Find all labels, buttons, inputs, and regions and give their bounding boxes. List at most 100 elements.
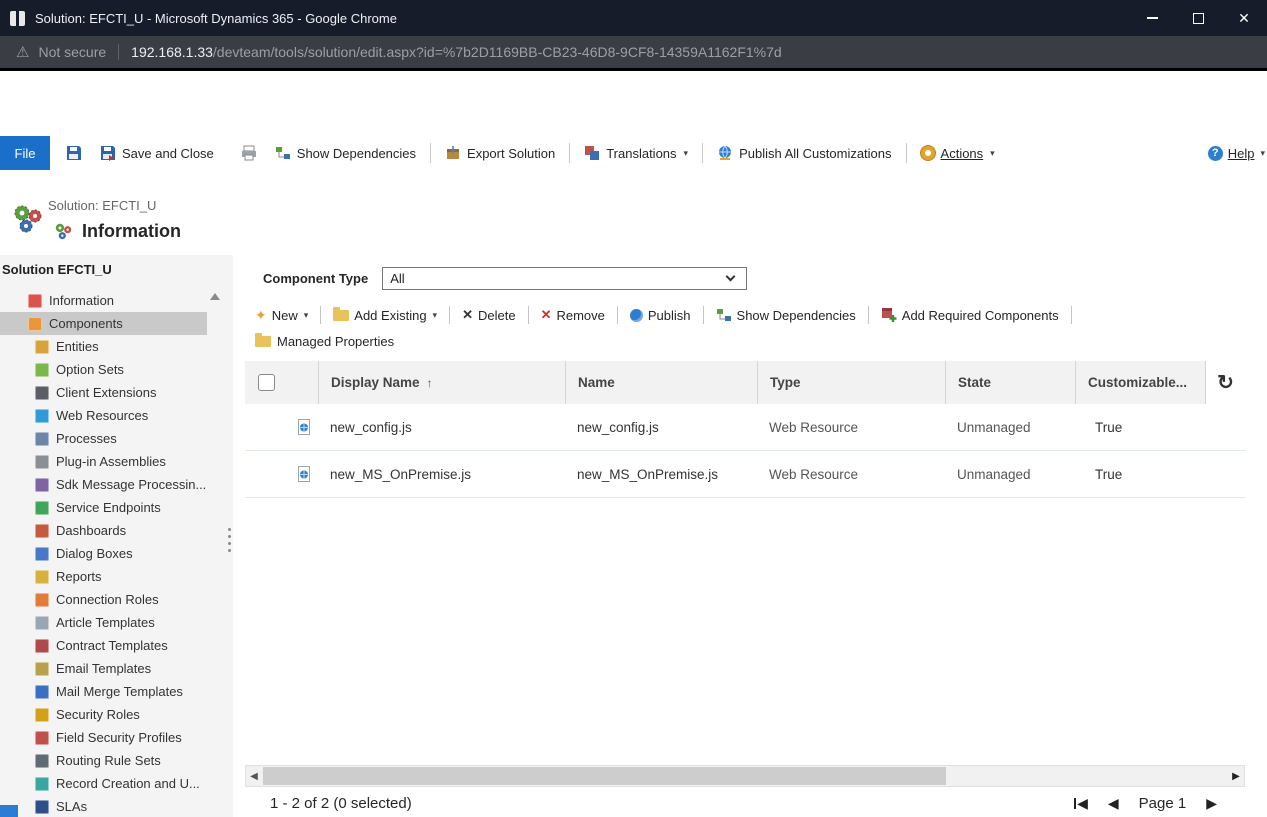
cell-name: new_config.js <box>565 420 757 435</box>
column-header-display-name[interactable]: Display Name ↑ <box>318 361 565 404</box>
save-button[interactable] <box>66 145 82 161</box>
sidebar-item-plugin-assemblies[interactable]: Plug-in Assemblies <box>0 450 207 473</box>
file-tab[interactable]: File <box>0 136 50 170</box>
pane-resize-handle[interactable] <box>228 528 231 552</box>
connection-roles-icon <box>35 593 49 607</box>
managed-properties-button[interactable]: Managed Properties <box>247 334 394 349</box>
column-header-name[interactable]: Name <box>565 361 757 404</box>
not-secure-warning-icon[interactable]: ⚠ <box>16 43 29 61</box>
column-header-type[interactable]: Type <box>757 361 945 404</box>
sidebar-item-security-roles[interactable]: Security Roles <box>0 703 207 726</box>
sidebar-scroll-up-icon[interactable] <box>210 293 220 300</box>
remove-icon: ✕ <box>541 307 552 323</box>
horizontal-scrollbar[interactable]: ◀ ▶ <box>245 765 1245 787</box>
show-dependencies-button[interactable]: Show Dependencies <box>275 145 416 161</box>
remove-button[interactable]: ✕ Remove <box>541 307 605 323</box>
sidebar-item-components[interactable]: Components <box>0 312 207 335</box>
actions-label: Actions <box>941 146 984 161</box>
translations-button[interactable]: Translations ▾ <box>584 145 688 161</box>
sidebar-item-label: Reports <box>56 569 102 584</box>
sidebar-item-label: Email Templates <box>56 661 151 676</box>
new-button[interactable]: ✦ New ▾ <box>255 307 308 324</box>
sidebar-item-information[interactable]: Information <box>0 289 207 312</box>
scroll-left-arrow-icon[interactable]: ◀ <box>246 766 262 786</box>
add-required-components-label: Add Required Components <box>902 308 1059 323</box>
help-button[interactable]: ? Help ▾ <box>1208 146 1265 161</box>
add-existing-button[interactable]: Add Existing ▾ <box>333 308 437 323</box>
sidebar-item-article-templates[interactable]: Article Templates <box>0 611 207 634</box>
export-solution-button[interactable]: Export Solution <box>445 145 555 161</box>
column-header-customizable[interactable]: Customizable... <box>1075 361 1205 404</box>
help-icon: ? <box>1208 146 1223 161</box>
sidebar-item-routing-rule-sets[interactable]: Routing Rule Sets <box>0 749 207 772</box>
save-and-close-button[interactable]: Save and Close <box>100 145 214 161</box>
minimize-button[interactable] <box>1129 0 1175 36</box>
select-all-checkbox[interactable] <box>258 374 275 391</box>
sidebar-item-email-templates[interactable]: Email Templates <box>0 657 207 680</box>
component-type-label: Component Type <box>263 271 368 286</box>
scrollbar-thumb[interactable] <box>263 767 946 785</box>
sidebar-item-dashboards[interactable]: Dashboards <box>0 519 207 542</box>
processes-icon <box>35 432 49 446</box>
sidebar-item-service-endpoints[interactable]: Service Endpoints <box>0 496 207 519</box>
cell-type: Web Resource <box>757 420 945 435</box>
publish-all-customizations-button[interactable]: Publish All Customizations <box>717 145 891 161</box>
sidebar-item-label: Processes <box>56 431 117 446</box>
delete-button[interactable]: ✕ Delete <box>462 307 515 323</box>
address-bar[interactable]: ⚠ Not secure 192.168.1.33/devteam/tools/… <box>0 36 1267 68</box>
dashboards-icon <box>35 524 49 538</box>
service-endpoints-icon <box>35 501 49 515</box>
sidebar-item-processes[interactable]: Processes <box>0 427 207 450</box>
actions-button[interactable]: Actions ▾ <box>921 146 995 161</box>
sidebar-item-entities[interactable]: Entities <box>0 335 207 358</box>
toolbar-separator <box>528 306 529 324</box>
cell-type: Web Resource <box>757 467 945 482</box>
url-text[interactable]: 192.168.1.33/devteam/tools/solution/edit… <box>131 44 782 60</box>
sidebar-item-dialog-boxes[interactable]: Dialog Boxes <box>0 542 207 565</box>
email-templates-icon <box>35 662 49 676</box>
table-row[interactable]: new_MS_OnPremise.js new_MS_OnPremise.js … <box>245 451 1245 498</box>
sidebar-item-label: Client Extensions <box>56 385 156 400</box>
web-resource-icon <box>296 466 318 482</box>
dropdown-caret-icon: ▾ <box>990 148 995 159</box>
previous-page-icon[interactable]: ◀ <box>1108 795 1119 812</box>
refresh-icon[interactable]: ↻ <box>1217 370 1234 395</box>
sidebar-item-field-security-profiles[interactable]: Field Security Profiles <box>0 726 207 749</box>
print-button[interactable] <box>241 145 257 161</box>
sidebar-item-label: Dialog Boxes <box>56 546 133 561</box>
sidebar-item-slas[interactable]: SLAs <box>0 795 207 817</box>
sidebar-item-sdk-message-processing[interactable]: Sdk Message Processin... <box>0 473 207 496</box>
save-and-close-icon <box>100 145 116 161</box>
sidebar-item-mail-merge-templates[interactable]: Mail Merge Templates <box>0 680 207 703</box>
sidebar-item-label: Article Templates <box>56 615 155 630</box>
sidebar-item-client-extensions[interactable]: Client Extensions <box>0 381 207 404</box>
row-icon-cell <box>245 466 318 482</box>
sidebar-item-option-sets[interactable]: Option Sets <box>0 358 207 381</box>
maximize-button[interactable] <box>1175 0 1221 36</box>
sidebar-item-connection-roles[interactable]: Connection Roles <box>0 588 207 611</box>
publish-button[interactable]: Publish <box>630 308 691 323</box>
cell-state: Unmanaged <box>945 467 1075 482</box>
first-page-icon[interactable]: ◀ <box>1074 795 1088 812</box>
field-security-profiles-icon <box>35 731 49 745</box>
sidebar-item-label: SLAs <box>56 799 87 814</box>
next-page-icon[interactable]: ▶ <box>1206 795 1217 812</box>
toolbar-separator <box>569 143 570 163</box>
add-required-components-button[interactable]: Add Required Components <box>881 307 1059 323</box>
column-header-state[interactable]: State <box>945 361 1075 404</box>
show-dependencies-label: Show Dependencies <box>737 308 856 323</box>
component-type-select[interactable]: All <box>382 267 747 290</box>
toolbar-separator <box>703 306 704 324</box>
sidebar-item-reports[interactable]: Reports <box>0 565 207 588</box>
close-button[interactable]: ✕ <box>1221 0 1267 36</box>
sidebar-item-record-creation[interactable]: Record Creation and U... <box>0 772 207 795</box>
sidebar-item-contract-templates[interactable]: Contract Templates <box>0 634 207 657</box>
grid-show-dependencies-button[interactable]: Show Dependencies <box>716 307 856 323</box>
scroll-right-arrow-icon[interactable]: ▶ <box>1228 766 1244 786</box>
sidebar-item-label: Sdk Message Processin... <box>56 477 206 492</box>
add-existing-label: Add Existing <box>354 308 426 323</box>
sidebar-item-web-resources[interactable]: Web Resources <box>0 404 207 427</box>
sidebar-item-label: Information <box>49 293 114 308</box>
table-row[interactable]: new_config.js new_config.js Web Resource… <box>245 404 1245 451</box>
sdk-message-processing-icon <box>35 478 49 492</box>
